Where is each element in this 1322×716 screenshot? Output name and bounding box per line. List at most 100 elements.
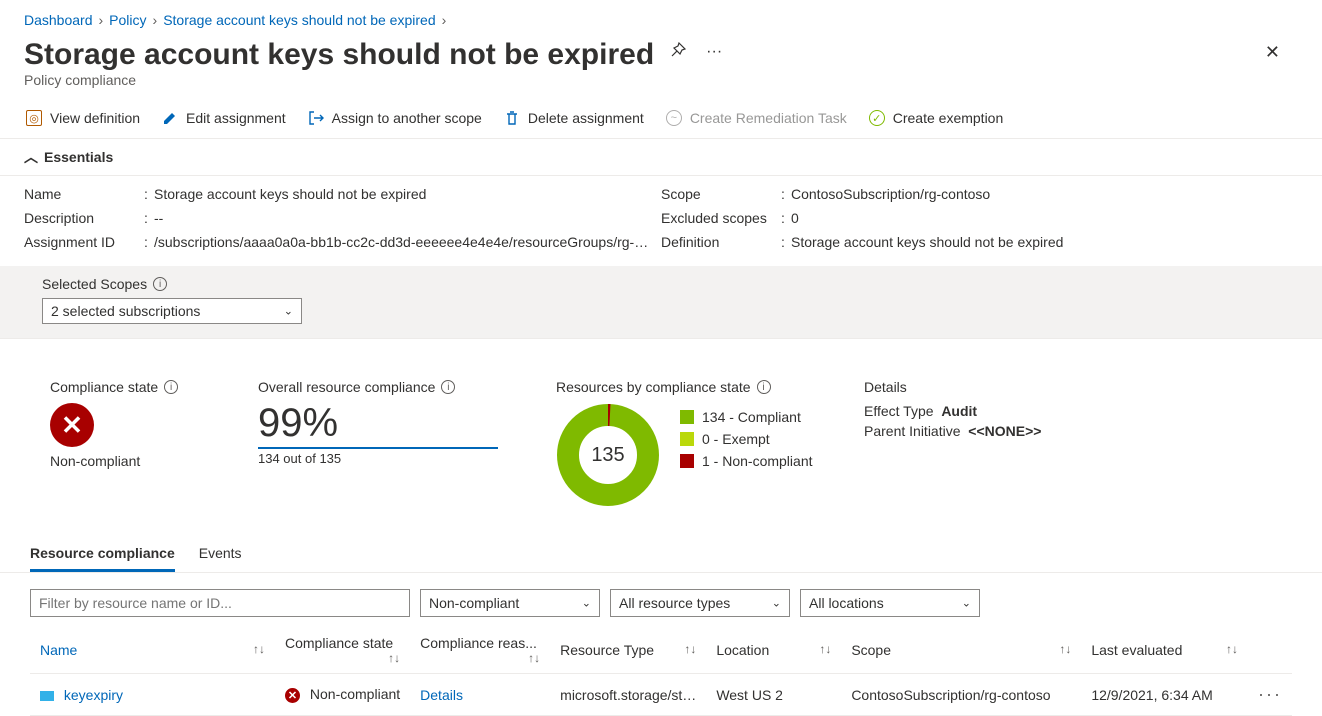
legend-noncompliant: 1 - Non-compliant: [680, 453, 813, 469]
close-icon[interactable]: ✕: [1255, 36, 1290, 69]
label: Edit assignment: [186, 110, 286, 126]
info-icon[interactable]: i: [757, 380, 771, 394]
row-type: microsoft.storage/st…: [550, 674, 706, 716]
tab-strip: Resource compliance Events: [0, 537, 1322, 573]
ess-val-assignment-id: /subscriptions/aaaa0a0a-bb1b-cc2c-dd3d-e…: [154, 234, 654, 250]
compliance-donut-chart: 135: [556, 403, 660, 507]
table-row[interactable]: keyexpiry ✕ Non-compliant Details micros…: [30, 674, 1292, 716]
chevron-down-icon: ⌄: [582, 597, 591, 610]
command-bar: ◎ View definition Edit assignment Assign…: [0, 98, 1322, 139]
parent-initiative-key: Parent Initiative: [864, 423, 961, 439]
essentials-toggle[interactable]: ︿ Essentials: [0, 139, 1322, 176]
ess-val-name: Storage account keys should not be expir…: [154, 186, 654, 202]
compliance-state-label: Compliance state: [50, 379, 158, 395]
filter-compliance-select[interactable]: Non-compliant ⌄: [420, 589, 600, 617]
pencil-icon: [162, 110, 178, 126]
overall-compliance-subtext: 134 out of 135: [258, 451, 508, 466]
storage-icon: [40, 691, 54, 701]
swatch-icon: [680, 454, 694, 468]
effect-type-key: Effect Type: [864, 403, 934, 419]
sort-icon: ↑↓: [1059, 642, 1071, 656]
label: Essentials: [44, 149, 113, 165]
chevron-down-icon: ⌄: [962, 597, 971, 610]
more-icon[interactable]: ···: [702, 39, 726, 65]
info-icon[interactable]: i: [153, 277, 167, 291]
tab-events[interactable]: Events: [199, 537, 242, 572]
ess-key-name: Name: [24, 186, 144, 202]
essentials-panel: Name : Storage account keys should not b…: [0, 176, 1322, 266]
tab-resource-compliance[interactable]: Resource compliance: [30, 537, 175, 572]
col-scope[interactable]: Scope↑↓: [841, 627, 1081, 674]
trash-icon: [504, 110, 520, 126]
overall-compliance-pct: 99%: [258, 403, 508, 443]
row-state: Non-compliant: [310, 686, 400, 702]
scope-select-value: 2 selected subscriptions: [51, 303, 200, 319]
details-label: Details: [864, 379, 1041, 395]
col-reason[interactable]: Compliance reas...↑↓: [410, 627, 550, 674]
scope-select[interactable]: 2 selected subscriptions ⌄: [42, 298, 302, 324]
breadcrumb-item[interactable]: Policy: [109, 12, 146, 28]
chevron-up-icon: ︿: [24, 147, 38, 167]
filter-resource-type-select[interactable]: All resource types ⌄: [610, 589, 790, 617]
effect-type-val: Audit: [941, 403, 977, 419]
page-subtitle: Policy compliance: [0, 72, 1322, 98]
breadcrumb: Dashboard › Policy › Storage account key…: [0, 8, 1322, 32]
filter-location-select[interactable]: All locations ⌄: [800, 589, 980, 617]
by-state-label: Resources by compliance state: [556, 379, 751, 395]
ess-val-definition: Storage account keys should not be expir…: [791, 234, 1291, 250]
sort-icon: ↑↓: [1226, 642, 1238, 656]
sort-icon: ↑↓: [819, 642, 831, 656]
ess-val-scope: ContosoSubscription/rg-contoso: [791, 186, 1291, 202]
sort-icon: ↑↓: [684, 642, 696, 656]
chevron-right-icon: ›: [153, 12, 158, 28]
breadcrumb-item-current[interactable]: Storage account keys should not be expir…: [163, 12, 435, 28]
label: Assign to another scope: [332, 110, 482, 126]
ess-key-assignment-id: Assignment ID: [24, 234, 144, 250]
col-state[interactable]: Compliance state↑↓: [275, 627, 410, 674]
create-exemption-button[interactable]: ✓ Create exemption: [867, 106, 1006, 130]
donut-total: 135: [556, 403, 660, 507]
check-circle-icon: ✓: [869, 110, 885, 126]
delete-assignment-button[interactable]: Delete assignment: [502, 106, 646, 130]
row-more-icon[interactable]: ···: [1248, 674, 1292, 716]
row-last-evaluated: 12/9/2021, 6:34 AM: [1081, 674, 1248, 716]
label: Create exemption: [893, 110, 1004, 126]
label: Delete assignment: [528, 110, 644, 126]
pin-icon[interactable]: [666, 38, 690, 67]
create-remediation-button: ~ Create Remediation Task: [664, 106, 849, 130]
info-icon[interactable]: i: [164, 380, 178, 394]
chevron-right-icon: ›: [99, 12, 104, 28]
compliance-state-value: Non-compliant: [50, 453, 210, 469]
legend-exempt: 0 - Exempt: [680, 431, 813, 447]
label: Create Remediation Task: [690, 110, 847, 126]
resource-name-link[interactable]: keyexpiry: [64, 687, 123, 703]
breadcrumb-item[interactable]: Dashboard: [24, 12, 93, 28]
chevron-right-icon: ›: [442, 12, 447, 28]
view-definition-button[interactable]: ◎ View definition: [24, 106, 142, 130]
selected-scopes-bar: Selected Scopes i 2 selected subscriptio…: [0, 266, 1322, 339]
ess-key-definition: Definition: [661, 234, 781, 250]
col-location[interactable]: Location↑↓: [706, 627, 841, 674]
edit-assignment-button[interactable]: Edit assignment: [160, 106, 288, 130]
row-reason-link[interactable]: Details: [420, 687, 463, 703]
swatch-icon: [680, 410, 694, 424]
filter-text-input[interactable]: [30, 589, 410, 617]
swatch-icon: [680, 432, 694, 446]
assign-scope-button[interactable]: Assign to another scope: [306, 106, 484, 130]
target-icon: ◎: [26, 110, 42, 126]
chevron-down-icon: ⌄: [284, 305, 293, 318]
row-scope: ContosoSubscription/rg-contoso: [841, 674, 1081, 716]
parent-initiative-val: <<NONE>>: [968, 423, 1041, 439]
chevron-down-icon: ⌄: [772, 597, 781, 610]
results-table: Name↑↓ Compliance state↑↓ Compliance rea…: [30, 627, 1292, 716]
overall-compliance-label: Overall resource compliance: [258, 379, 435, 395]
ess-val-excluded: 0: [791, 210, 1291, 226]
noncompliant-icon: ✕: [50, 403, 94, 447]
ess-key-excluded: Excluded scopes: [661, 210, 781, 226]
col-type[interactable]: Resource Type↑↓: [550, 627, 706, 674]
info-icon[interactable]: i: [441, 380, 455, 394]
label: View definition: [50, 110, 140, 126]
col-last[interactable]: Last evaluated↑↓: [1081, 627, 1248, 674]
col-name[interactable]: Name↑↓: [30, 627, 275, 674]
legend-compliant: 134 - Compliant: [680, 409, 813, 425]
